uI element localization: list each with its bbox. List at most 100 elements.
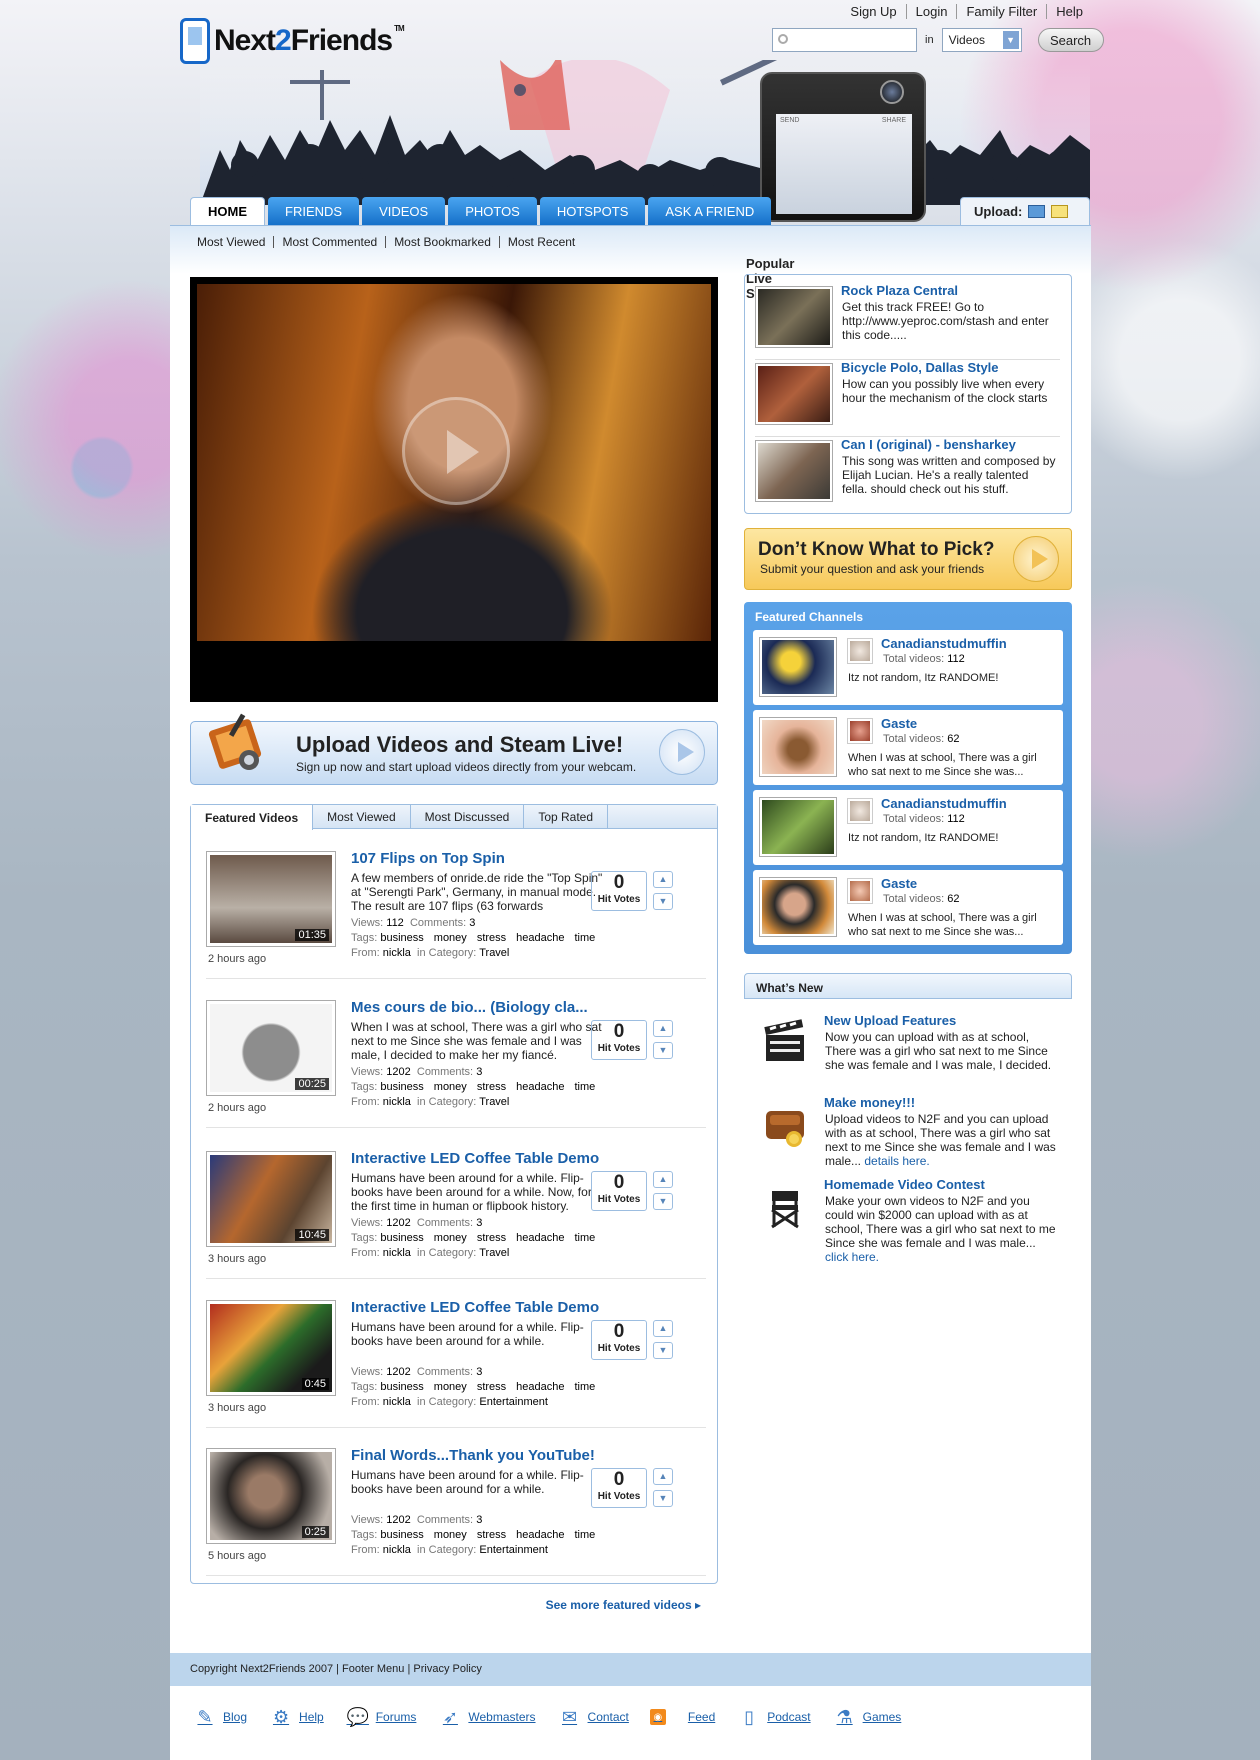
tag-link[interactable]: business [380, 1232, 423, 1244]
thumbs-up-icon[interactable]: ▲ [653, 1468, 673, 1485]
thumbs-up-icon[interactable]: ▲ [653, 1320, 673, 1337]
subnav-most-recent[interactable]: Most Recent [498, 236, 583, 248]
news-title-link[interactable]: Homemade Video Contest [824, 1177, 985, 1192]
tag-link[interactable]: headache [516, 1381, 564, 1393]
video-category-link[interactable]: Travel [479, 1096, 509, 1108]
tag-link[interactable]: stress [477, 1529, 506, 1541]
tag-link[interactable]: headache [516, 932, 564, 944]
channel-name-link[interactable]: Canadianstudmuffin [881, 636, 1007, 651]
live-stream-thumbnail[interactable] [755, 440, 833, 502]
tab-most-discussed[interactable]: Most Discussed [411, 805, 525, 829]
thumbs-down-icon[interactable]: ▼ [653, 1342, 673, 1359]
channel-name-link[interactable]: Gaste [881, 876, 917, 891]
tag-link[interactable]: stress [477, 1081, 506, 1093]
thumbs-down-icon[interactable]: ▼ [653, 1193, 673, 1210]
footer-link-feed[interactable]: ◉ Feed [649, 1709, 715, 1725]
video-thumbnail[interactable]: 00:25 [206, 1000, 336, 1096]
video-title-link[interactable]: Mes cours de bio... (Biology cla... [351, 999, 588, 1016]
video-category-link[interactable]: Entertainment [479, 1396, 547, 1408]
video-category-link[interactable]: Travel [479, 1247, 509, 1259]
video-author-link[interactable]: nickla [383, 1544, 411, 1556]
video-author-link[interactable]: nickla [383, 947, 411, 959]
thumbs-up-icon[interactable]: ▲ [653, 1020, 673, 1037]
news-title-link[interactable]: Make money!!! [824, 1095, 915, 1110]
family-filter-link[interactable]: Family Filter [956, 4, 1046, 19]
arrow-right-icon[interactable] [659, 729, 705, 775]
search-button[interactable]: Search [1037, 28, 1104, 52]
ask-banner[interactable]: Don’t Know What to Pick? Submit your que… [744, 528, 1072, 590]
video-title-link[interactable]: Interactive LED Coffee Table Demo [351, 1299, 599, 1316]
live-stream-title-link[interactable]: Can I (original) - bensharkey [841, 437, 1016, 452]
upload-banner[interactable]: Upload Videos and Steam Live! Sign up no… [190, 713, 718, 785]
video-category-link[interactable]: Entertainment [479, 1544, 547, 1556]
tag-link[interactable]: headache [516, 1081, 564, 1093]
video-player[interactable] [190, 277, 718, 702]
video-author-link[interactable]: nickla [383, 1096, 411, 1108]
video-title-link[interactable]: Interactive LED Coffee Table Demo [351, 1150, 599, 1167]
thumbs-down-icon[interactable]: ▼ [653, 1042, 673, 1059]
avatar[interactable] [847, 798, 873, 824]
tag-link[interactable]: time [574, 1081, 595, 1093]
upload-photo-icon[interactable] [1051, 205, 1069, 218]
tab-featured-videos[interactable]: Featured Videos [191, 805, 314, 830]
tag-link[interactable]: money [434, 1081, 467, 1093]
tag-link[interactable]: time [574, 932, 595, 944]
tab-top-rated[interactable]: Top Rated [524, 805, 609, 829]
tag-link[interactable]: stress [477, 932, 506, 944]
tag-link[interactable]: money [434, 1381, 467, 1393]
live-stream-title-link[interactable]: Bicycle Polo, Dallas Style [841, 360, 999, 375]
video-author-link[interactable]: nickla [383, 1396, 411, 1408]
tag-link[interactable]: business [380, 1529, 423, 1541]
tab-hotspots[interactable]: HOTSPOTS [539, 197, 646, 225]
tag-link[interactable]: stress [477, 1232, 506, 1244]
tag-link[interactable]: business [380, 1381, 423, 1393]
search-category-select[interactable]: Videos ▼ [941, 28, 1022, 52]
news-more-link[interactable]: click here. [825, 1250, 879, 1264]
video-title-link[interactable]: 107 Flips on Top Spin [351, 850, 505, 867]
channel-thumbnail[interactable] [759, 717, 837, 777]
tab-photos[interactable]: PHOTOS [448, 197, 537, 225]
thumbs-up-icon[interactable]: ▲ [653, 871, 673, 888]
tab-most-viewed[interactable]: Most Viewed [313, 805, 411, 829]
footer-link-games[interactable]: ⚗ Games [832, 1704, 902, 1730]
footer-link-help[interactable]: ⚙ Help [268, 1704, 324, 1730]
tag-link[interactable]: business [380, 932, 423, 944]
tag-link[interactable]: money [434, 1529, 467, 1541]
tag-link[interactable]: time [574, 1381, 595, 1393]
footer-link-blog[interactable]: ✎ Blog [192, 1704, 247, 1730]
subnav-most-viewed[interactable]: Most Viewed [197, 236, 273, 248]
channel-thumbnail[interactable] [759, 637, 837, 697]
live-stream-title-link[interactable]: Rock Plaza Central [841, 283, 958, 298]
thumbs-down-icon[interactable]: ▼ [653, 893, 673, 910]
video-thumbnail[interactable]: 0:25 [206, 1448, 336, 1544]
thumbs-down-icon[interactable]: ▼ [653, 1490, 673, 1507]
tag-link[interactable]: time [574, 1529, 595, 1541]
channel-thumbnail[interactable] [759, 797, 837, 857]
video-category-link[interactable]: Travel [479, 947, 509, 959]
channel-name-link[interactable]: Gaste [881, 716, 917, 731]
subnav-most-bookmarked[interactable]: Most Bookmarked [385, 236, 499, 248]
news-title-link[interactable]: New Upload Features [824, 1013, 956, 1028]
site-logo[interactable]: Next2Friends TM [180, 18, 405, 64]
help-link[interactable]: Help [1046, 4, 1092, 19]
video-thumbnail[interactable]: 0:45 [206, 1300, 336, 1396]
tag-link[interactable]: business [380, 1081, 423, 1093]
news-more-link[interactable]: details here. [864, 1154, 929, 1168]
live-stream-thumbnail[interactable] [755, 363, 833, 425]
search-input[interactable] [772, 28, 917, 52]
footer-link-contact[interactable]: ✉ Contact [557, 1704, 629, 1730]
sign-up-link[interactable]: Sign Up [841, 4, 905, 19]
avatar[interactable] [847, 718, 873, 744]
video-thumbnail[interactable]: 10:45 [206, 1151, 336, 1247]
tab-friends[interactable]: FRIENDS [268, 197, 360, 225]
login-link[interactable]: Login [905, 4, 957, 19]
footer-link-podcast[interactable]: ▯ Podcast [736, 1704, 810, 1730]
footer-link-webmasters[interactable]: ➶ Webmasters [437, 1704, 536, 1730]
tag-link[interactable]: money [434, 932, 467, 944]
tag-link[interactable]: stress [477, 1381, 506, 1393]
channel-thumbnail[interactable] [759, 877, 837, 937]
play-button-icon[interactable] [402, 397, 510, 505]
tab-ask-a-friend[interactable]: ASK A FRIEND [648, 197, 772, 225]
avatar[interactable] [847, 878, 873, 904]
tab-videos[interactable]: VIDEOS [362, 197, 446, 225]
